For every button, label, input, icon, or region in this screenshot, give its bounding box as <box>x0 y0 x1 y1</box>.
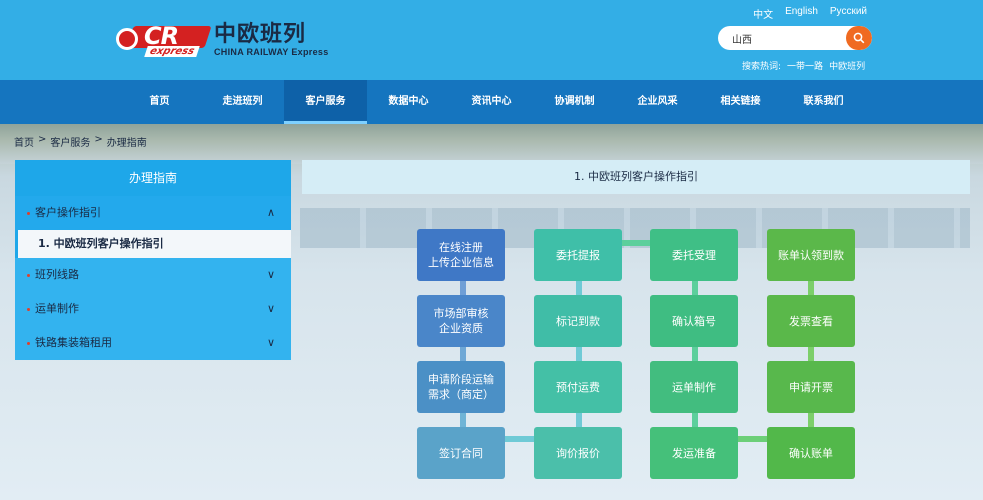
nav-news[interactable]: 资讯中心 <box>450 80 533 124</box>
flow-step: 委托受理 <box>650 229 738 281</box>
sidebar-group-label: 客户操作指引 <box>35 206 101 219</box>
connector <box>460 347 466 361</box>
connector <box>576 347 582 361</box>
connector <box>576 413 582 427</box>
hot-search-label: 搜索热词: <box>742 62 782 72</box>
sidebar-group-customer-guide[interactable]: 客户操作指引 ∧ <box>15 196 291 230</box>
flow-step: 询价报价 <box>534 427 622 479</box>
connector <box>460 281 466 295</box>
logo-chinese-name: 中欧班列 <box>214 22 307 47</box>
chevron-down-icon: ∨ <box>266 302 275 315</box>
content-title: 1. 中欧班列客户操作指引 <box>302 160 970 194</box>
flow-step: 申请阶段运输 需求（商定） <box>417 361 505 413</box>
chevron-up-icon: ∧ <box>266 206 275 219</box>
connector <box>622 240 652 246</box>
flow-step: 签订合同 <box>417 427 505 479</box>
sidebar: 办理指南 客户操作指引 ∧ 1. 中欧班列客户操作指引 班列线路 ∨ 运单制作 … <box>15 160 291 360</box>
nav-about[interactable]: 走进班列 <box>201 80 284 124</box>
bullet-dot <box>27 211 30 215</box>
connector <box>576 281 582 295</box>
flow-step: 发票查看 <box>767 295 855 347</box>
connector <box>692 413 698 427</box>
connector <box>460 413 466 427</box>
connector <box>692 347 698 361</box>
sidebar-group-waybill[interactable]: 运单制作 ∨ <box>15 292 291 326</box>
flow-step: 账单认领到款 <box>767 229 855 281</box>
hot-term[interactable]: 中欧班列 <box>829 59 865 72</box>
bullet-dot <box>27 341 30 345</box>
connector <box>808 347 814 361</box>
hot-term[interactable]: 一带一路 <box>787 59 823 72</box>
hot-search-terms: 搜索热词: 一带一路 中欧班列 <box>742 59 865 72</box>
flow-step: 在线注册 上传企业信息 <box>417 229 505 281</box>
wheel-icon <box>116 28 138 50</box>
chevron-down-icon: ∨ <box>266 268 275 281</box>
bullet-dot <box>27 273 30 277</box>
cr-logo-mark: CR express <box>116 22 212 58</box>
nav-home[interactable]: 首页 <box>118 80 201 124</box>
nav-data-center[interactable]: 数据中心 <box>367 80 450 124</box>
connector <box>692 281 698 295</box>
breadcrumb-current: 办理指南 <box>106 138 147 149</box>
lang-chinese[interactable]: 中文 <box>753 6 773 21</box>
banner-landscape <box>0 124 983 164</box>
connector <box>738 436 768 442</box>
search-input[interactable] <box>718 26 846 50</box>
breadcrumb: 首页 > 客户服务 > 办理指南 <box>14 134 147 149</box>
lang-english[interactable]: English <box>785 6 818 21</box>
sidebar-subitem-active[interactable]: 1. 中欧班列客户操作指引 <box>15 230 291 258</box>
chevron-down-icon: ∨ <box>266 336 275 349</box>
flow-step: 市场部审核 企业资质 <box>417 295 505 347</box>
connector <box>808 281 814 295</box>
site-header: CR express 中欧班列 CHINA RAILWAY Express 中文… <box>0 0 983 80</box>
nav-customer-service[interactable]: 客户服务 <box>284 80 367 124</box>
sidebar-group-label: 班列线路 <box>35 268 79 281</box>
nav-links[interactable]: 相关链接 <box>699 80 782 124</box>
flow-step: 运单制作 <box>650 361 738 413</box>
nav-companies[interactable]: 企业风采 <box>616 80 699 124</box>
flow-step: 确认账单 <box>767 427 855 479</box>
site-logo[interactable]: CR express 中欧班列 CHINA RAILWAY Express <box>116 22 329 58</box>
flow-step: 委托提报 <box>534 229 622 281</box>
breadcrumb-separator: > <box>38 134 47 145</box>
logo-english-name: CHINA RAILWAY Express <box>214 47 329 57</box>
flow-step: 预付运费 <box>534 361 622 413</box>
language-switcher: 中文 English Русский <box>753 6 867 21</box>
search-button[interactable] <box>846 26 872 50</box>
connector <box>808 413 814 427</box>
sidebar-group-label: 运单制作 <box>35 302 79 315</box>
main-nav: 首页 走进班列 客户服务 数据中心 资讯中心 协调机制 企业风采 相关链接 联系… <box>0 80 983 124</box>
sidebar-group-routes[interactable]: 班列线路 ∨ <box>15 258 291 292</box>
connector <box>505 436 535 442</box>
flow-step: 确认箱号 <box>650 295 738 347</box>
flow-step: 发运准备 <box>650 427 738 479</box>
breadcrumb-home[interactable]: 首页 <box>14 134 34 149</box>
search-box <box>718 26 872 50</box>
sidebar-title: 办理指南 <box>15 160 291 196</box>
sidebar-group-label: 铁路集装箱租用 <box>35 336 112 349</box>
nav-coordination[interactable]: 协调机制 <box>533 80 616 124</box>
nav-contact[interactable]: 联系我们 <box>782 80 865 124</box>
search-icon <box>853 32 865 44</box>
bullet-dot <box>27 307 30 311</box>
breadcrumb-customer-service[interactable]: 客户服务 <box>50 134 90 149</box>
lang-russian[interactable]: Русский <box>830 6 867 21</box>
flow-step: 标记到款 <box>534 295 622 347</box>
breadcrumb-separator: > <box>94 134 103 145</box>
flow-step: 申请开票 <box>767 361 855 413</box>
sidebar-group-container-rental[interactable]: 铁路集装箱租用 ∨ <box>15 326 291 360</box>
